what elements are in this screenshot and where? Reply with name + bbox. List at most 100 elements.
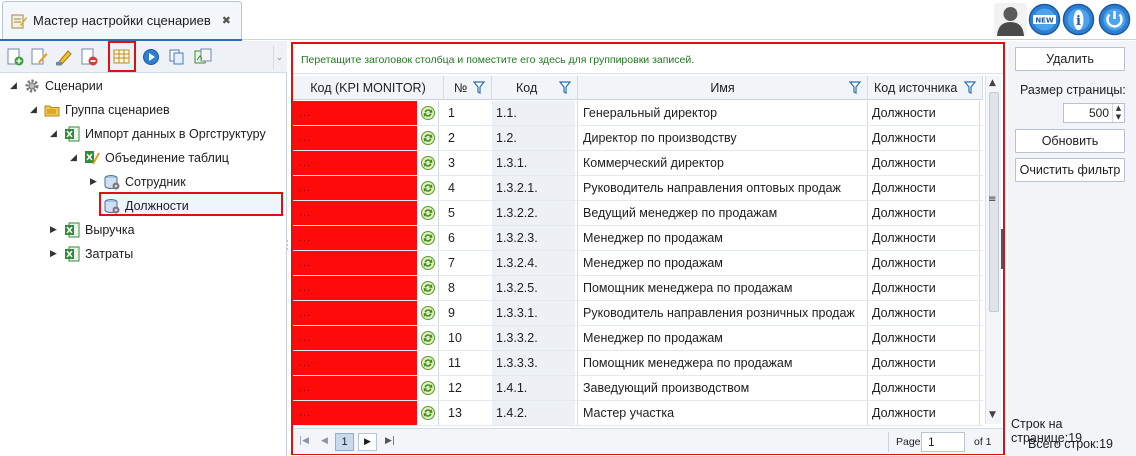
info-icon[interactable]: i	[1062, 3, 1095, 36]
prev-page-icon[interactable]: ◀	[321, 436, 328, 446]
table-row[interactable]: ... 3 1.3.1. Коммерческий директор Должности	[293, 151, 983, 176]
name-cell[interactable]: Помощник менеджера по продажам	[578, 351, 868, 375]
new-icon[interactable]: NEW	[1028, 3, 1061, 36]
first-page-icon[interactable]: |◀	[299, 436, 309, 446]
close-icon[interactable]: ✖	[222, 14, 231, 27]
toolbar-overflow-icon[interactable]: ⌄	[273, 45, 285, 69]
tree-node-scenarios[interactable]: ◢ Сценарии	[10, 76, 103, 96]
expand-arrow-icon[interactable]: ▶	[50, 249, 60, 259]
tree-node-revenue[interactable]: ▶ Выручка	[50, 220, 135, 240]
code-cell[interactable]: 1.1.	[492, 101, 575, 125]
tree-node-merge-tables[interactable]: ◢ Объединение таблиц	[70, 148, 229, 168]
next-page-icon[interactable]: ▶	[358, 433, 377, 451]
name-cell[interactable]: Руководитель направления оптовых продаж	[578, 176, 868, 200]
refresh-map-icon[interactable]	[420, 306, 435, 320]
run-icon[interactable]	[142, 48, 160, 66]
column-header-kpi[interactable]: Код (KPI MONITOR)	[293, 76, 444, 100]
map-button[interactable]	[417, 276, 439, 300]
code-cell[interactable]: 1.2.	[492, 126, 575, 150]
refresh-button[interactable]: Обновить	[1015, 129, 1125, 153]
new-scenario-icon[interactable]	[6, 48, 24, 66]
tree-node-scenario-group[interactable]: ◢ Группа сценариев	[30, 100, 170, 120]
kpi-code-cell[interactable]: ...	[293, 251, 417, 275]
map-button[interactable]	[417, 376, 439, 400]
table-settings-icon[interactable]	[113, 48, 131, 66]
map-button[interactable]	[417, 201, 439, 225]
panel-resize-handle[interactable]	[1001, 229, 1005, 269]
page-size-spinner[interactable]: ▲ ▼	[1112, 104, 1124, 122]
code-cell[interactable]: 1.4.1.	[492, 376, 575, 400]
collapse-arrow-icon[interactable]: ◢	[30, 105, 40, 115]
delete-icon[interactable]	[80, 48, 98, 66]
map-button[interactable]	[417, 126, 439, 150]
code-cell[interactable]: 1.3.2.2.	[492, 201, 575, 225]
num-cell[interactable]: 12	[444, 376, 492, 400]
kpi-code-cell[interactable]: ...	[293, 151, 417, 175]
map-button[interactable]	[417, 226, 439, 250]
name-cell[interactable]: Менеджер по продажам	[578, 326, 868, 350]
collapse-arrow-icon[interactable]: ◢	[10, 81, 20, 91]
name-cell[interactable]: Мастер участка	[578, 401, 868, 425]
num-cell[interactable]: 3	[444, 151, 492, 175]
refresh-map-icon[interactable]	[420, 156, 435, 170]
clear-filter-button[interactable]: Очистить фильтр	[1015, 158, 1125, 182]
scroll-up-icon[interactable]: ▲	[989, 78, 996, 88]
kpi-code-cell[interactable]: ...	[293, 351, 417, 375]
last-page-icon[interactable]: ▶|	[385, 436, 395, 446]
num-cell[interactable]: 2	[444, 126, 492, 150]
kpi-code-cell[interactable]: ...	[293, 301, 417, 325]
source-code-cell[interactable]: Должности	[868, 151, 978, 175]
filter-icon[interactable]	[849, 81, 861, 94]
num-cell[interactable]: 11	[444, 351, 492, 375]
page-button-current[interactable]: 1	[335, 433, 354, 451]
source-code-cell[interactable]: Должности	[868, 176, 978, 200]
map-button[interactable]	[417, 351, 439, 375]
table-row[interactable]: ... 6 1.3.2.3. Менеджер по продажам Должност…	[293, 226, 983, 251]
num-cell[interactable]: 9	[444, 301, 492, 325]
scroll-down-icon[interactable]: ▼	[989, 410, 996, 420]
source-code-cell[interactable]: Должности	[868, 276, 978, 300]
refresh-map-icon[interactable]	[420, 331, 435, 345]
source-code-cell[interactable]: Должности	[868, 226, 978, 250]
refresh-map-icon[interactable]	[420, 206, 435, 220]
code-cell[interactable]: 1.4.2.	[492, 401, 575, 425]
code-cell[interactable]: 1.3.2.1.	[492, 176, 575, 200]
kpi-code-cell[interactable]: ...	[293, 276, 417, 300]
vertical-scrollbar[interactable]: ▲ ▼	[985, 76, 1001, 424]
refresh-map-icon[interactable]	[420, 106, 435, 120]
source-code-cell[interactable]: Должности	[868, 326, 978, 350]
export-icon[interactable]	[194, 48, 212, 66]
source-code-cell[interactable]: Должности	[868, 251, 978, 275]
column-header-code[interactable]: Код	[492, 76, 578, 100]
name-cell[interactable]: Заведующий производством	[578, 376, 868, 400]
table-row[interactable]: ... 13 1.4.2. Мастер участка Должности	[293, 401, 983, 426]
table-row[interactable]: ... 1 1.1. Генеральный директор Должности	[293, 101, 983, 126]
refresh-map-icon[interactable]	[420, 406, 435, 420]
refresh-map-icon[interactable]	[420, 281, 435, 295]
num-cell[interactable]: 10	[444, 326, 492, 350]
column-header-num[interactable]: №	[444, 76, 492, 100]
kpi-code-cell[interactable]: ...	[293, 126, 417, 150]
name-cell[interactable]: Директор по производству	[578, 126, 868, 150]
table-row[interactable]: ... 8 1.3.2.5. Помощник менеджера по продаж…	[293, 276, 983, 301]
name-cell[interactable]: Помощник менеджера по продажам	[578, 276, 868, 300]
source-code-cell[interactable]: Должности	[868, 376, 978, 400]
source-code-cell[interactable]: Должности	[868, 101, 978, 125]
num-cell[interactable]: 6	[444, 226, 492, 250]
edit-icon[interactable]	[30, 48, 48, 66]
name-cell[interactable]: Коммерческий директор	[578, 151, 868, 175]
tree-node-positions[interactable]: Должности	[90, 196, 189, 216]
column-menu-icon[interactable]: ≡	[988, 194, 996, 205]
table-row[interactable]: ... 9 1.3.3.1. Руководитель направления роз…	[293, 301, 983, 326]
num-cell[interactable]: 7	[444, 251, 492, 275]
refresh-map-icon[interactable]	[420, 381, 435, 395]
table-row[interactable]: ... 10 1.3.3.2. Менеджер по продажам Должнос…	[293, 326, 983, 351]
user-icon[interactable]	[994, 3, 1027, 36]
copy-icon[interactable]	[168, 48, 186, 66]
num-cell[interactable]: 4	[444, 176, 492, 200]
code-cell[interactable]: 1.3.2.3.	[492, 226, 575, 250]
name-cell[interactable]: Генеральный директор	[578, 101, 868, 125]
map-button[interactable]	[417, 101, 439, 125]
map-button[interactable]	[417, 326, 439, 350]
code-cell[interactable]: 1.3.3.3.	[492, 351, 575, 375]
